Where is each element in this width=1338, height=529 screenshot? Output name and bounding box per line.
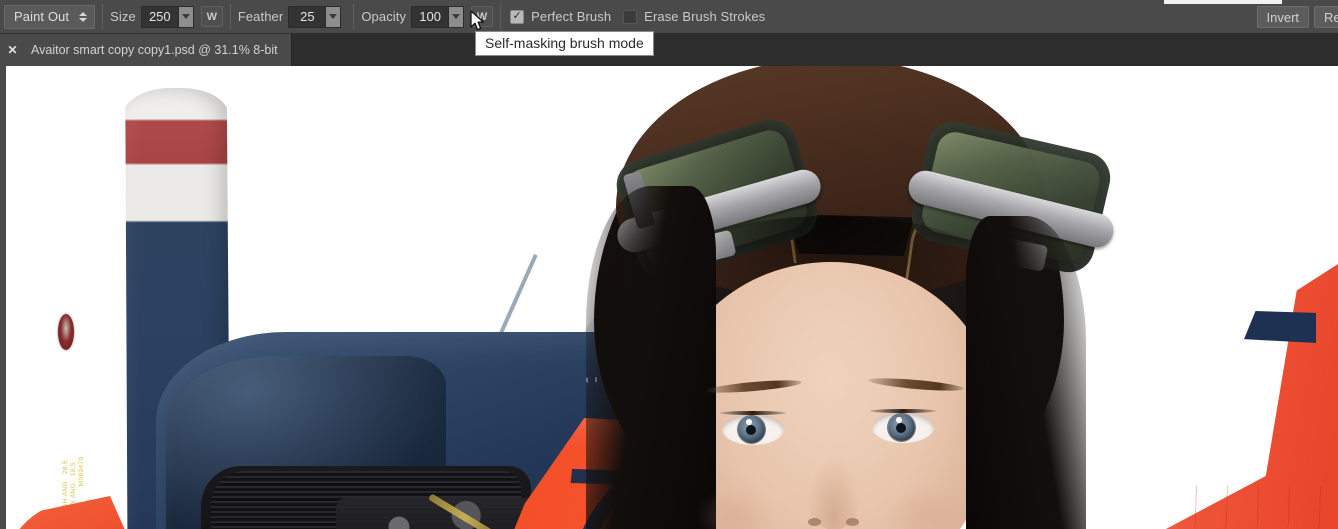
brush-feather-group: Feather 25 [238, 0, 347, 34]
size-input[interactable]: 250 [140, 5, 194, 28]
toolbar-separator [353, 3, 355, 30]
opacity-value: 100 [412, 6, 449, 27]
opacity-label: Opacity [361, 9, 407, 24]
eyelash-left [720, 411, 786, 415]
document-tab[interactable]: ✕ Avaitor smart copy copy1.psd @ 31.1% 8… [0, 34, 292, 66]
eye-glint-left [746, 419, 752, 425]
checkbox-unchecked-icon[interactable] [623, 9, 638, 24]
size-value: 250 [141, 6, 178, 27]
size-wacom-button[interactable]: W [200, 6, 223, 27]
toolbar-right-actions: Invert Reset [1256, 0, 1338, 34]
brush-options-toolbar: Paint Out Size 250 W Feather 25 Opacity … [0, 0, 1338, 34]
opacity-input[interactable]: 100 [411, 5, 465, 28]
erase-brush-strokes-label: Erase Brush Strokes [644, 9, 766, 24]
nostril-right [846, 518, 859, 526]
perfect-brush-checkbox-group[interactable]: ✓ Perfect Brush [510, 0, 611, 34]
size-label: Size [110, 9, 136, 24]
pupil-left [746, 425, 756, 435]
propeller-logo [58, 314, 74, 350]
brush-size-group: Size 250 W [110, 0, 223, 34]
document-tab-title: Avaitor smart copy copy1.psd @ 31.1% 8-b… [31, 43, 278, 57]
close-icon[interactable]: ✕ [7, 43, 18, 57]
eyelash-right [870, 409, 936, 413]
image-canvas[interactable]: HIGH ANG. 28.5 LOW ANG. 18.5 S/N M080470… [0, 66, 1338, 529]
reset-button[interactable]: Reset [1314, 6, 1338, 28]
perfect-brush-label: Perfect Brush [531, 9, 612, 24]
photo-editor-window: Paint Out Size 250 W Feather 25 Opacity … [0, 0, 1338, 529]
pilot-hair-left-strands [586, 186, 716, 529]
pupil-right [896, 423, 906, 433]
eye-glint-right [896, 417, 902, 423]
invert-button[interactable]: Invert [1256, 6, 1310, 28]
paint-mode-group: Paint Out [0, 0, 96, 34]
feather-value: 25 [289, 6, 326, 27]
document-tab-bar: ✕ Avaitor smart copy copy1.psd @ 31.1% 8… [0, 34, 1338, 66]
erase-brush-strokes-checkbox-group[interactable]: Erase Brush Strokes [623, 0, 765, 34]
checkbox-checked-icon[interactable]: ✓ [510, 9, 525, 24]
tail-fin-stripe [1244, 311, 1316, 343]
chevron-down-icon[interactable] [325, 6, 341, 27]
feather-input[interactable]: 25 [288, 5, 342, 28]
pilot-hair-right-strands [966, 216, 1086, 529]
updown-chevron-icon [78, 11, 87, 22]
toolbar-separator [500, 3, 502, 30]
tooltip: Self-masking brush mode [475, 31, 654, 56]
toolbar-separator [102, 3, 104, 30]
chevron-down-icon[interactable] [177, 6, 193, 27]
paint-mode-label: Paint Out [14, 9, 70, 24]
tail-fin-seams [1166, 486, 1338, 529]
paint-mode-dropdown[interactable]: Paint Out [4, 4, 96, 29]
chevron-down-icon[interactable] [448, 6, 464, 27]
aviator-photograph: HIGH ANG. 28.5 LOW ANG. 18.5 S/N M080470… [6, 66, 1338, 529]
propeller-placard-text: HIGH ANG. 28.5 LOW ANG. 18.5 S/N M080470… [62, 456, 93, 516]
feather-label: Feather [237, 9, 284, 24]
nostril-left [808, 518, 821, 526]
toolbar-separator [229, 3, 231, 30]
tooltip-text: Self-masking brush mode [485, 35, 644, 51]
mouse-pointer-icon [470, 10, 486, 37]
